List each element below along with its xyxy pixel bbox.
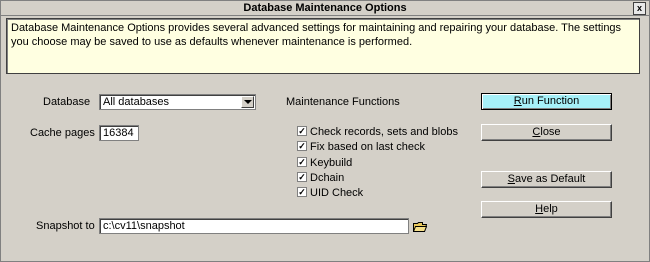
close-icon[interactable]: x [633, 2, 646, 15]
snapshot-label: Snapshot to [36, 220, 95, 232]
database-select[interactable]: All databases [99, 94, 256, 110]
checkbox-check-records-box[interactable]: ✓ [297, 126, 307, 136]
checkbox-fix-last-check-label: Fix based on last check [310, 141, 425, 153]
save-as-default-button[interactable]: Save as Default [481, 171, 612, 188]
description-box: Database Maintenance Options provides se… [6, 18, 640, 74]
checkbox-check-records-label: Check records, sets and blobs [310, 126, 458, 138]
database-label: Database [43, 96, 91, 108]
checkbox-dchain-label: Dchain [310, 172, 345, 184]
checkbox-uid-check-box[interactable]: ✓ [297, 187, 307, 197]
folder-open-icon[interactable] [413, 221, 427, 232]
checkbox-uid-check-label: UID Check [310, 187, 364, 199]
checkbox-keybuild-box[interactable]: ✓ [297, 157, 307, 167]
maintenance-heading: Maintenance Functions [286, 96, 400, 108]
cache-pages-field[interactable]: 16384 [99, 125, 139, 141]
dialog-title: Database Maintenance Options [243, 2, 407, 14]
checkbox-dchain-box[interactable]: ✓ [297, 172, 307, 182]
checkbox-fix-last-check-box[interactable]: ✓ [297, 141, 307, 151]
dialog-window: Database Maintenance Options x Database … [0, 0, 650, 262]
title-bar: Database Maintenance Options x [1, 1, 649, 16]
cache-pages-label: Cache pages [30, 127, 95, 139]
checkbox-keybuild-label: Keybuild [310, 157, 353, 169]
close-button[interactable]: Close [481, 124, 612, 141]
snapshot-path-field[interactable]: c:\cv11\snapshot [99, 218, 409, 234]
chevron-down-icon[interactable] [241, 96, 254, 108]
run-function-button[interactable]: Run Function [481, 93, 612, 110]
database-select-value: All databases [103, 96, 170, 108]
help-button[interactable]: Help [481, 201, 612, 218]
